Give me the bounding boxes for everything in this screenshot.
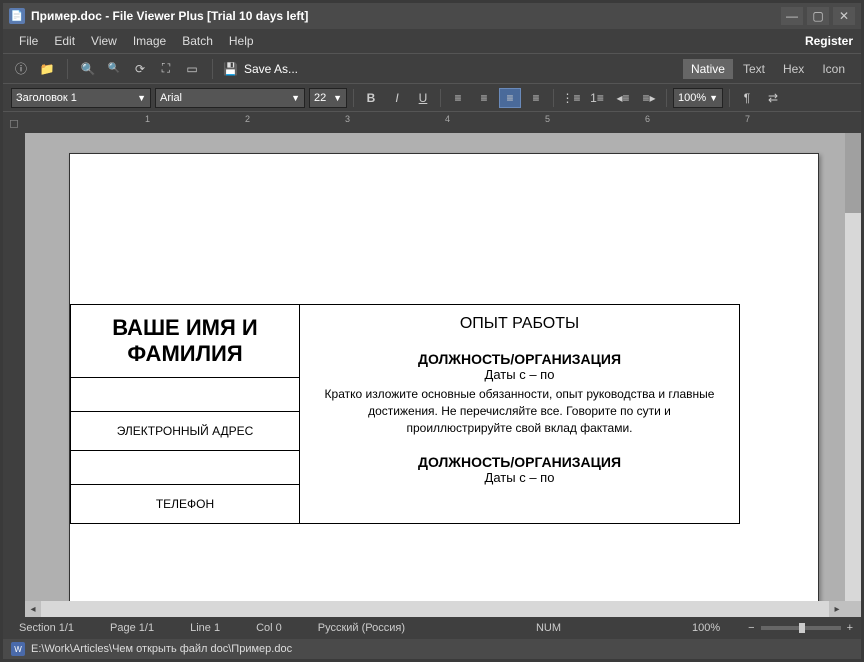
align-center-button[interactable]: ≡ [473,88,495,108]
maximize-button[interactable]: ▢ [807,7,829,25]
app-icon: 📄 [9,8,25,24]
status-numlock: NUM [528,622,569,634]
status-col: Col 0 [248,622,290,634]
zoom-combo[interactable]: 100%▼ [673,88,723,108]
menu-view[interactable]: View [83,34,125,48]
position-2: ДОЛЖНОСТЬ/ОРГАНИЗАЦИЯ [314,454,725,470]
number-list-button[interactable]: 1≡ [586,88,608,108]
zoom-slider[interactable] [761,626,841,630]
document-canvas[interactable]: ВАШЕ ИМЯ И ФАМИЛИЯ ЭЛЕКТРОННЫЙ АДРЕС ТЕЛ… [25,133,845,601]
dates-1: Даты с – по [314,367,725,382]
pathbar: W E:\Work\Articles\Чем открыть файл doc\… [3,639,861,659]
description-1: Кратко изложите основные обязанности, оп… [314,386,725,436]
window-title: Пример.doc - File Viewer Plus [Trial 10 … [31,9,781,23]
email-label[interactable]: ЭЛЕКТРОННЫЙ АДРЕС [71,412,299,451]
save-icon: 💾 [223,62,238,76]
chevron-down-icon: ▼ [291,93,300,103]
font-combo[interactable]: Arial▼ [155,88,305,108]
minimize-button[interactable]: — [781,7,803,25]
bullet-list-button[interactable]: ⋮≡ [560,88,582,108]
phone-label[interactable]: ТЕЛЕФОН [71,485,299,523]
workspace: ВАШЕ ИМЯ И ФАМИЛИЯ ЭЛЕКТРОННЫЙ АДРЕС ТЕЛ… [3,133,861,601]
menu-edit[interactable]: Edit [46,34,83,48]
chevron-down-icon: ▼ [333,93,342,103]
info-button[interactable]: ⓘ [11,59,31,79]
open-button[interactable]: 📁 [37,59,57,79]
statusbar: Section 1/1 Page 1/1 Line 1 Col 0 Русски… [3,617,861,639]
document-icon: W [11,642,25,656]
font-size-combo[interactable]: 22▼ [309,88,347,108]
style-combo[interactable]: Заголовок 1▼ [11,88,151,108]
tab-hex[interactable]: Hex [775,59,812,79]
empty-cell[interactable] [71,378,299,412]
menu-image[interactable]: Image [125,34,174,48]
dates-2: Даты с – по [314,470,725,485]
resume-left-column: ВАШЕ ИМЯ И ФАМИЛИЯ ЭЛЕКТРОННЫЙ АДРЕС ТЕЛ… [70,304,300,524]
menubar: File Edit View Image Batch Help Register [3,29,861,53]
experience-heading: ОПЫТ РАБОТЫ [314,315,725,333]
resume-right-column[interactable]: ОПЫТ РАБОТЫ ДОЛЖНОСТЬ/ОРГАНИЗАЦИЯ Даты с… [300,304,740,524]
tab-native[interactable]: Native [683,59,733,79]
status-language: Русский (Россия) [310,622,413,634]
zoom-slider-thumb[interactable] [799,623,805,633]
horizontal-ruler[interactable]: 1 2 3 4 5 6 7 [25,112,861,133]
name-field[interactable]: ВАШЕ ИМЯ И ФАМИЛИЯ [71,305,299,378]
text-direction-button[interactable]: ⇄ [762,88,784,108]
file-path: E:\Work\Articles\Чем открыть файл doc\Пр… [31,643,292,655]
scroll-right-icon[interactable]: ▸ [829,601,845,617]
tab-icon[interactable]: Icon [814,59,853,79]
ruler-corner: ◻ [3,112,25,134]
status-line: Line 1 [182,622,228,634]
paragraph-marks-button[interactable]: ¶ [736,88,758,108]
scroll-left-icon[interactable]: ◂ [25,601,41,617]
indent-button[interactable]: ≡▸ [638,88,660,108]
bold-button[interactable]: B [360,88,382,108]
align-right-button[interactable]: ≡ [499,88,521,108]
format-toolbar: Заголовок 1▼ Arial▼ 22▼ B I U ≡ ≡ ≡ ≡ ⋮≡… [3,83,861,111]
rotate-button[interactable]: ⟳ [130,59,150,79]
menu-batch[interactable]: Batch [174,34,221,48]
zoom-in-button[interactable]: 🔍 [78,59,98,79]
chevron-down-icon: ▼ [137,93,146,103]
chevron-down-icon: ▼ [709,93,718,103]
document-page: ВАШЕ ИМЯ И ФАМИЛИЯ ЭЛЕКТРОННЫЙ АДРЕС ТЕЛ… [69,153,819,601]
menu-file[interactable]: File [11,34,46,48]
align-left-button[interactable]: ≡ [447,88,469,108]
status-page: Page 1/1 [102,622,162,634]
status-zoom: 100% [684,622,728,634]
vertical-scrollbar[interactable] [845,133,861,601]
horizontal-scrollbar[interactable]: ◂ ▸ [25,601,845,617]
zoom-out-button[interactable]: 🔍 [104,59,124,79]
italic-button[interactable]: I [386,88,408,108]
underline-button[interactable]: U [412,88,434,108]
menu-help[interactable]: Help [221,34,262,48]
ruler: ◻ 1 2 3 4 5 6 7 [3,111,861,133]
fit-button[interactable]: ⛶ [156,59,176,79]
titlebar: 📄 Пример.doc - File Viewer Plus [Trial 1… [3,3,861,29]
vertical-ruler[interactable] [3,133,25,601]
outdent-button[interactable]: ◂≡ [612,88,634,108]
register-button[interactable]: Register [805,34,853,48]
close-button[interactable]: ✕ [833,7,855,25]
actual-size-button[interactable]: ▭ [182,59,202,79]
zoom-in-icon[interactable]: + [847,622,853,634]
tab-text[interactable]: Text [735,59,773,79]
status-section: Section 1/1 [11,622,82,634]
align-justify-button[interactable]: ≡ [525,88,547,108]
zoom-out-icon[interactable]: − [748,622,754,634]
empty-cell[interactable] [71,451,299,485]
scrollbar-track[interactable] [41,601,829,617]
position-1: ДОЛЖНОСТЬ/ОРГАНИЗАЦИЯ [314,351,725,367]
save-as-button[interactable]: 💾 Save As... [223,62,298,76]
scrollbar-thumb[interactable] [845,133,861,213]
main-toolbar: ⓘ 📁 🔍 🔍 ⟳ ⛶ ▭ 💾 Save As... Native Text H… [3,53,861,83]
